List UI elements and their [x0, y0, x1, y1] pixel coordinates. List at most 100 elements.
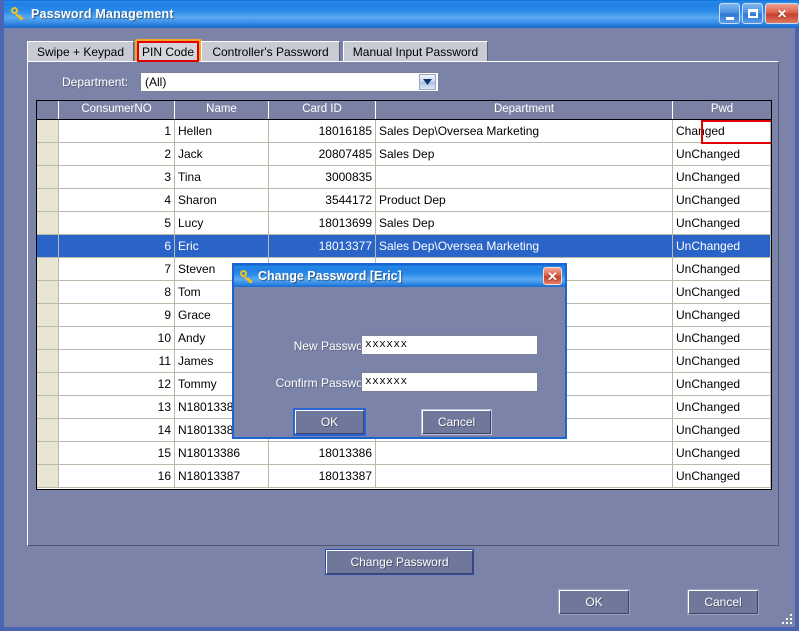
cell-department[interactable]: Product Dep — [376, 189, 673, 211]
row-selector-cell[interactable] — [37, 143, 59, 165]
cancel-button[interactable]: Cancel — [687, 589, 759, 615]
row-selector-cell[interactable] — [37, 166, 59, 188]
cell-name[interactable]: Jack — [175, 143, 269, 165]
resize-grip[interactable] — [779, 611, 792, 624]
cell-cardid[interactable]: 3000835 — [269, 166, 376, 188]
tab-manual-input-password[interactable]: Manual Input Password — [343, 41, 488, 62]
table-row[interactable]: 5 Lucy 18013699 Sales Dep UnChanged — [37, 212, 771, 235]
cell-name[interactable]: Hellen — [175, 120, 269, 142]
minimize-button[interactable] — [719, 3, 740, 24]
cell-department[interactable] — [376, 442, 673, 464]
cell-pwd[interactable]: UnChanged — [673, 350, 771, 372]
grid-header-name[interactable]: Name — [175, 101, 269, 119]
cell-consumerno[interactable]: 7 — [59, 258, 175, 280]
cell-consumerno[interactable]: 11 — [59, 350, 175, 372]
row-selector-cell[interactable] — [37, 189, 59, 211]
row-selector-cell[interactable] — [37, 258, 59, 280]
cell-consumerno[interactable]: 1 — [59, 120, 175, 142]
row-selector-cell[interactable] — [37, 442, 59, 464]
row-selector-cell[interactable] — [37, 212, 59, 234]
row-selector-cell[interactable] — [37, 373, 59, 395]
row-selector-cell[interactable] — [37, 120, 59, 142]
cell-pwd[interactable]: UnChanged — [673, 419, 771, 441]
cell-consumerno[interactable]: 12 — [59, 373, 175, 395]
cell-consumerno[interactable]: 2 — [59, 143, 175, 165]
cell-name[interactable]: Sharon — [175, 189, 269, 211]
cell-consumerno[interactable]: 13 — [59, 396, 175, 418]
cell-consumerno[interactable]: 15 — [59, 442, 175, 464]
maximize-button[interactable] — [742, 3, 763, 24]
chevron-down-icon[interactable] — [419, 74, 436, 90]
cell-name[interactable]: Eric — [175, 235, 269, 257]
table-row[interactable]: 6 Eric 18013377 Sales Dep\Oversea Marketing… — [37, 235, 771, 258]
cell-pwd[interactable]: UnChanged — [673, 465, 771, 487]
cell-consumerno[interactable]: 9 — [59, 304, 175, 326]
cell-consumerno[interactable]: 14 — [59, 419, 175, 441]
dialog-close-icon[interactable]: ✕ — [543, 267, 562, 285]
cell-cardid[interactable]: 18016185 — [269, 120, 376, 142]
cell-consumerno[interactable]: 16 — [59, 465, 175, 487]
cell-department[interactable]: Sales Dep — [376, 143, 673, 165]
row-selector-cell[interactable] — [37, 396, 59, 418]
cell-pwd[interactable]: UnChanged — [673, 442, 771, 464]
row-selector-cell[interactable] — [37, 465, 59, 487]
tab-controllers-password[interactable]: Controller's Password — [201, 41, 340, 62]
confirm-password-input[interactable]: xxxxxx — [361, 372, 538, 392]
cell-pwd[interactable]: Changed — [673, 120, 771, 142]
cell-pwd[interactable]: UnChanged — [673, 235, 771, 257]
grid-header-rowselector[interactable] — [37, 101, 59, 119]
cell-consumerno[interactable]: 6 — [59, 235, 175, 257]
cell-name[interactable]: Tina — [175, 166, 269, 188]
table-row[interactable]: 4 Sharon 3544172 Product Dep UnChanged — [37, 189, 771, 212]
row-selector-cell[interactable] — [37, 419, 59, 441]
grid-header-consumerno[interactable]: ConsumerNO — [59, 101, 175, 119]
dialog-cancel-button[interactable]: Cancel — [421, 409, 492, 435]
row-selector-cell[interactable] — [37, 235, 59, 257]
cell-cardid[interactable]: 3544172 — [269, 189, 376, 211]
cell-pwd[interactable]: UnChanged — [673, 189, 771, 211]
cell-pwd[interactable]: UnChanged — [673, 281, 771, 303]
dialog-ok-button[interactable]: OK — [293, 408, 366, 436]
cell-pwd[interactable]: UnChanged — [673, 258, 771, 280]
cell-pwd[interactable]: UnChanged — [673, 212, 771, 234]
cell-cardid[interactable]: 18013386 — [269, 442, 376, 464]
change-password-button[interactable]: Change Password — [325, 549, 474, 575]
cell-pwd[interactable]: UnChanged — [673, 304, 771, 326]
row-selector-cell[interactable] — [37, 281, 59, 303]
grid-header-cardid[interactable]: Card ID — [269, 101, 376, 119]
table-row[interactable]: 15 N18013386 18013386 UnChanged — [37, 442, 771, 465]
cell-consumerno[interactable]: 8 — [59, 281, 175, 303]
row-selector-cell[interactable] — [37, 304, 59, 326]
table-row[interactable]: 2 Jack 20807485 Sales Dep UnChanged — [37, 143, 771, 166]
cell-cardid[interactable]: 18013377 — [269, 235, 376, 257]
close-button[interactable]: ✕ — [765, 3, 799, 24]
cell-pwd[interactable]: UnChanged — [673, 143, 771, 165]
cell-consumerno[interactable]: 10 — [59, 327, 175, 349]
department-combobox[interactable]: (All) — [140, 72, 439, 92]
cell-name[interactable]: N18013386 — [175, 442, 269, 464]
ok-button[interactable]: OK — [558, 589, 630, 615]
cell-cardid[interactable]: 18013387 — [269, 465, 376, 487]
row-selector-cell[interactable] — [37, 327, 59, 349]
cell-pwd[interactable]: UnChanged — [673, 396, 771, 418]
cell-pwd[interactable]: UnChanged — [673, 166, 771, 188]
cell-department[interactable] — [376, 166, 673, 188]
cell-pwd[interactable]: UnChanged — [673, 373, 771, 395]
cell-name[interactable]: N18013387 — [175, 465, 269, 487]
table-row[interactable]: 3 Tina 3000835 UnChanged — [37, 166, 771, 189]
cell-pwd[interactable]: UnChanged — [673, 327, 771, 349]
cell-department[interactable]: Sales Dep\Oversea Marketing — [376, 120, 673, 142]
cell-department[interactable] — [376, 465, 673, 487]
table-row[interactable]: 16 N18013387 18013387 UnChanged — [37, 465, 771, 488]
cell-cardid[interactable]: 20807485 — [269, 143, 376, 165]
cell-department[interactable]: Sales Dep\Oversea Marketing — [376, 235, 673, 257]
cell-cardid[interactable]: 18013699 — [269, 212, 376, 234]
grid-header-department[interactable]: Department — [376, 101, 673, 119]
new-password-input[interactable]: xxxxxx — [361, 335, 538, 355]
tab-pin-code[interactable]: PIN Code — [137, 41, 199, 62]
cell-name[interactable]: Lucy — [175, 212, 269, 234]
table-row[interactable]: 1 Hellen 18016185 Sales Dep\Oversea Marketi… — [37, 120, 771, 143]
cell-consumerno[interactable]: 4 — [59, 189, 175, 211]
cell-consumerno[interactable]: 3 — [59, 166, 175, 188]
row-selector-cell[interactable] — [37, 350, 59, 372]
